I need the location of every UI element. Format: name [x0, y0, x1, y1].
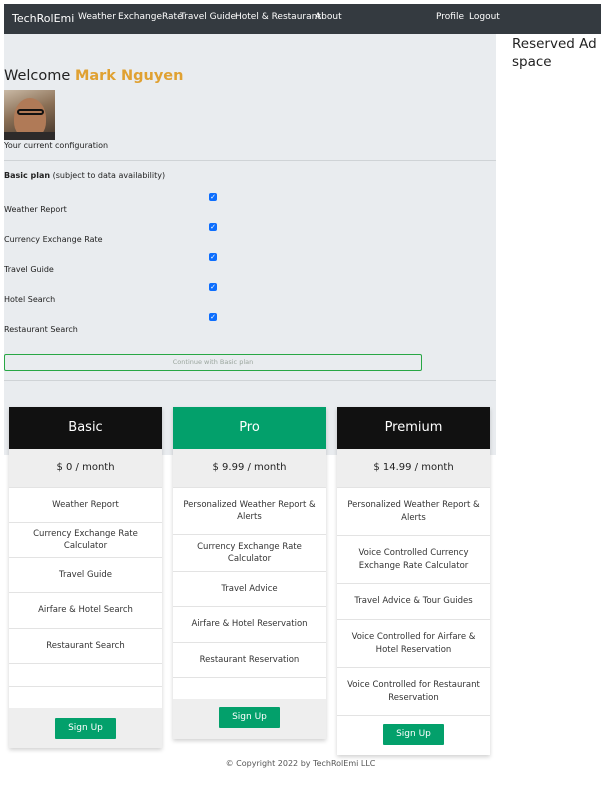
- plan-card-premium: Premium $ 14.99 / month Personalized Wea…: [337, 407, 490, 755]
- feature-label-hotel-search: Hotel Search: [4, 295, 56, 304]
- plan-feature: Voice Controlled for Restaurant Reservat…: [337, 667, 490, 715]
- plan-feature: Restaurant Search: [9, 628, 162, 663]
- signup-button-pro[interactable]: Sign Up: [219, 707, 280, 728]
- navbar: TechRolEmi Weather ExchangeRate Travel G…: [4, 4, 601, 34]
- plan-feature: Restaurant Reservation: [173, 642, 326, 677]
- plan-card-pro: Pro $ 9.99 / month Personalized Weather …: [173, 407, 326, 739]
- plan-feature: Currency Exchange Rate Calculator: [9, 522, 162, 557]
- nav-link-travel-guide[interactable]: Travel Guide: [180, 12, 236, 22]
- checkbox-travel-guide[interactable]: ✓: [209, 253, 217, 261]
- plan-feature: Airfare & Hotel Search: [9, 592, 162, 628]
- plan-feature: Personalized Weather Report & Alerts: [173, 487, 326, 534]
- config-panel: [4, 34, 496, 455]
- nav-link-exchange-rate[interactable]: ExchangeRate: [118, 12, 183, 22]
- avatar-glasses: [17, 109, 44, 115]
- plan-feature: Voice Controlled Currency Exchange Rate …: [337, 535, 490, 583]
- plan-feature: Travel Advice & Tour Guides: [337, 583, 490, 619]
- plan-name: Pro: [173, 407, 326, 449]
- signup-button-basic[interactable]: Sign Up: [55, 718, 116, 739]
- welcome-prefix: Welcome: [4, 68, 71, 84]
- plan-footer: Sign Up: [337, 715, 490, 755]
- feature-label-travel-guide: Travel Guide: [4, 265, 54, 274]
- plan-feature: Weather Report: [9, 487, 162, 522]
- avatar-shirt: [4, 132, 55, 140]
- plan-feature: Voice Controlled for Airfare & Hotel Res…: [337, 619, 490, 667]
- checkbox-restaurant-search[interactable]: ✓: [209, 313, 217, 321]
- plan-footer: Sign Up: [173, 699, 326, 739]
- plan-feature-empty: [9, 663, 162, 686]
- nav-link-profile[interactable]: Profile: [436, 12, 464, 22]
- user-name: Mark Nguyen: [74, 68, 184, 84]
- plan-title: Basic plan: [4, 171, 51, 180]
- plan-feature: Airfare & Hotel Reservation: [173, 606, 326, 642]
- continue-basic-plan-button[interactable]: Continue with Basic plan: [4, 354, 422, 371]
- brand-logo[interactable]: TechRolEmi: [12, 12, 74, 25]
- checkbox-weather-report[interactable]: ✓: [209, 193, 217, 201]
- plan-name: Premium: [337, 407, 490, 449]
- plan-feature: Travel Guide: [9, 557, 162, 592]
- plan-price: $ 14.99 / month: [337, 449, 490, 487]
- ad-space: Reserved Ad space: [512, 36, 597, 70]
- plan-feature: Currency Exchange Rate Calculator: [173, 534, 326, 571]
- welcome-heading: Welcome Mark Nguyen: [4, 68, 183, 84]
- checkbox-currency-exchange[interactable]: ✓: [209, 223, 217, 231]
- avatar: [4, 90, 55, 140]
- copyright: © Copyright 2022 by TechRolEmi LLC: [225, 759, 376, 768]
- nav-link-hotel-restaurant[interactable]: Hotel & Restaurant: [235, 12, 321, 22]
- basic-plan-label: Basic plan (subject to data availability…: [4, 171, 165, 180]
- divider: [4, 380, 496, 381]
- plan-price: $ 0 / month: [9, 449, 162, 487]
- plan-price: $ 9.99 / month: [173, 449, 326, 487]
- divider: [4, 160, 496, 161]
- signup-button-premium[interactable]: Sign Up: [383, 724, 444, 745]
- nav-link-logout[interactable]: Logout: [469, 12, 500, 22]
- plan-note: (subject to data availability): [52, 171, 166, 180]
- nav-link-weather[interactable]: Weather: [78, 12, 116, 22]
- plan-feature: Travel Advice: [173, 571, 326, 606]
- plan-card-basic: Basic $ 0 / month Weather Report Currenc…: [9, 407, 162, 748]
- nav-link-about[interactable]: About: [315, 12, 342, 22]
- plan-name: Basic: [9, 407, 162, 449]
- plan-feature: Personalized Weather Report & Alerts: [337, 487, 490, 535]
- plan-feature-empty: [173, 677, 326, 699]
- feature-label-currency-exchange: Currency Exchange Rate: [4, 235, 103, 244]
- configuration-caption: Your current configuration: [4, 141, 109, 150]
- feature-label-weather-report: Weather Report: [4, 205, 67, 214]
- checkbox-hotel-search[interactable]: ✓: [209, 283, 217, 291]
- feature-label-restaurant-search: Restaurant Search: [4, 325, 78, 334]
- plan-feature-empty: [9, 686, 162, 708]
- plan-footer: Sign Up: [9, 708, 162, 748]
